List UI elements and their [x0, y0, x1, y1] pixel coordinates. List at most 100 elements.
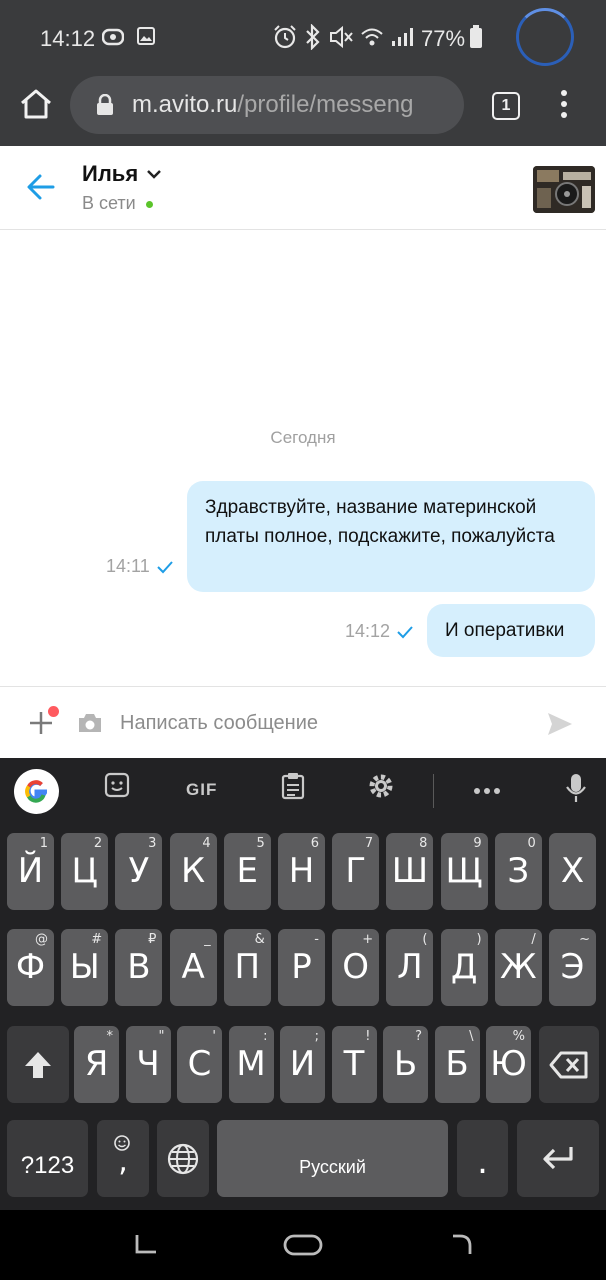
message-input[interactable]	[120, 705, 520, 741]
key-hint: 6	[310, 836, 319, 851]
language-key[interactable]	[157, 1120, 209, 1197]
key-label: Ь	[393, 1044, 418, 1084]
lock-icon	[97, 94, 113, 115]
key-label: Я	[84, 1044, 109, 1084]
key-4[interactable]: А _	[169, 929, 217, 1006]
key-2[interactable]: Ц2	[61, 833, 109, 910]
key-7[interactable]: Ь?	[383, 1026, 428, 1103]
settings-gear-icon[interactable]	[367, 772, 395, 800]
key-label: Е	[236, 851, 259, 891]
period-key[interactable]: .	[457, 1120, 508, 1197]
contact-name[interactable]: Илья	[82, 161, 138, 187]
key-2[interactable]: Ы #	[61, 929, 109, 1006]
key-10[interactable]: З0	[494, 833, 542, 910]
comma-key[interactable]: ,	[97, 1120, 149, 1197]
url-field[interactable]: m.avito.ru/profile/messeng	[70, 76, 464, 134]
key-label: У	[128, 851, 150, 891]
key-label: Э	[560, 947, 585, 987]
more-options-icon[interactable]	[474, 788, 500, 794]
checkmark-icon	[397, 625, 413, 638]
key-3[interactable]: В ₽	[115, 929, 163, 1006]
key-label: Ю	[490, 1044, 527, 1084]
screen-record-icon	[102, 28, 124, 46]
recents-icon[interactable]	[132, 1232, 160, 1258]
key-8[interactable]: Ш8	[386, 833, 434, 910]
battery-icon	[470, 25, 482, 48]
symbols-key[interactable]: ?123	[7, 1120, 88, 1197]
item-thumbnail[interactable]	[533, 166, 595, 213]
key-label: Ш	[391, 851, 429, 891]
home-nav-icon[interactable]	[282, 1233, 324, 1257]
key-3[interactable]: У3	[115, 833, 163, 910]
day-separator: Сегодня	[270, 428, 336, 447]
key-hint: \	[469, 1029, 474, 1044]
key-hint: !	[365, 1029, 371, 1044]
key-label: М	[236, 1044, 266, 1084]
browser-toolbar: m.avito.ru/profile/messeng 1	[0, 76, 606, 146]
key-hint: ?	[415, 1029, 422, 1044]
key-hint: _	[204, 932, 211, 947]
url-host: m.avito.ru	[132, 91, 238, 118]
key-4[interactable]: М:	[228, 1026, 274, 1103]
key-5[interactable]: П &	[223, 929, 271, 1006]
key-7[interactable]: Г7	[332, 833, 380, 910]
sticker-icon[interactable]	[104, 772, 130, 798]
key-1[interactable]: Я *	[74, 1026, 119, 1103]
backspace-icon	[549, 1051, 588, 1079]
key-4[interactable]: К4	[169, 833, 217, 910]
camera-icon[interactable]	[77, 712, 103, 734]
motherboard-image	[533, 166, 595, 213]
outgoing-message-bubble[interactable]: И оперативки	[427, 604, 595, 657]
key-1[interactable]: Ф @	[7, 929, 54, 1006]
key-label: Т	[343, 1044, 365, 1084]
key-6[interactable]: Н6	[278, 833, 325, 910]
outgoing-message-bubble[interactable]: Здравствуйте, название материнской платы…	[187, 481, 595, 592]
key-9[interactable]: Д)	[440, 929, 488, 1006]
signal-icon	[392, 28, 413, 46]
shift-key[interactable]	[7, 1026, 69, 1103]
chevron-down-icon[interactable]	[146, 168, 162, 180]
key-11[interactable]: Х	[549, 833, 596, 910]
key-hint: )	[476, 932, 482, 947]
key-3[interactable]: С '	[177, 1026, 222, 1103]
microphone-icon[interactable]	[565, 772, 587, 804]
status-right-icons	[272, 24, 418, 50]
message-time: 14:11	[106, 556, 150, 576]
clipboard-icon[interactable]	[281, 772, 305, 800]
key-7[interactable]: О +	[332, 929, 380, 1006]
back-arrow-icon[interactable]	[26, 172, 56, 202]
key-label: К	[181, 851, 206, 891]
enter-key[interactable]	[517, 1120, 599, 1197]
key-hint: #	[91, 932, 103, 947]
key-5[interactable]: И;	[280, 1026, 325, 1103]
home-icon[interactable]	[18, 86, 54, 122]
key-hint: -	[314, 932, 319, 947]
browser-menu-button[interactable]	[556, 90, 572, 124]
toolbar-divider	[433, 774, 434, 808]
key-9[interactable]: Щ9	[440, 833, 488, 910]
gif-button[interactable]: GIF	[186, 780, 217, 800]
key-5[interactable]: Е5	[223, 833, 271, 910]
tab-switcher-button[interactable]: 1	[492, 92, 520, 120]
keyboard-toolbar: GIF	[0, 758, 606, 824]
key-9[interactable]: Ю%	[486, 1026, 531, 1103]
backspace-key[interactable]	[539, 1026, 599, 1103]
key-6[interactable]: Р-	[278, 929, 325, 1006]
url-path: /profile/messeng	[237, 91, 414, 118]
key-hint: ₽	[148, 932, 157, 947]
mute-icon	[330, 25, 353, 49]
key-6[interactable]: Т!	[331, 1026, 377, 1103]
back-nav-icon[interactable]	[448, 1232, 476, 1258]
key-1[interactable]: Й1	[7, 833, 54, 910]
key-10[interactable]: Ж /	[494, 929, 542, 1006]
send-icon[interactable]	[546, 711, 574, 737]
key-2[interactable]: Ч "	[125, 1026, 171, 1103]
key-hint: 7	[364, 836, 374, 851]
key-8[interactable]: Л(	[386, 929, 434, 1006]
key-8[interactable]: Б \	[434, 1026, 480, 1103]
system-nav-bar	[0, 1210, 606, 1280]
google-icon[interactable]	[14, 769, 59, 814]
key-11[interactable]: Э ~	[549, 929, 596, 1006]
space-key[interactable]: Русский	[217, 1120, 448, 1197]
key-hint: 8	[419, 836, 428, 851]
